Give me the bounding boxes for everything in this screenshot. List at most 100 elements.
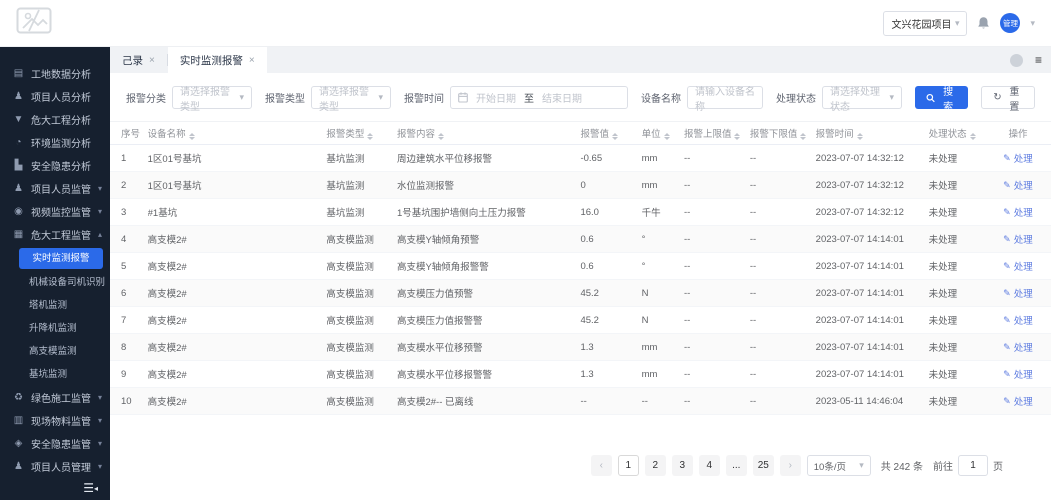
bell-icon[interactable]: [977, 16, 990, 30]
list-icon[interactable]: ≡: [1035, 53, 1042, 67]
sidebar-item[interactable]: ♟ 项目人员监管 ▾: [0, 177, 110, 200]
date-range-picker[interactable]: 开始日期 至 结束日期: [450, 86, 628, 109]
date-range-separator: 至: [524, 94, 534, 105]
device-name: 1区01号基坑: [147, 154, 202, 165]
column-header[interactable]: 报警值: [580, 126, 641, 140]
page-button[interactable]: 4: [698, 455, 720, 476]
lower-limit-value: --: [749, 179, 757, 191]
close-icon[interactable]: ×: [149, 55, 155, 66]
sidebar-subitem[interactable]: 基坑监测: [0, 363, 110, 386]
sidebar: ▤ 工地数据分析 ♟ 项目人员分析 ▼ 危大工程分析 ◔ 环境监测分析 ▙ 安全隐患分析 ♟ 项目人员…: [0, 47, 110, 500]
sidebar-item[interactable]: ♟ 项目人员管理 ▾: [0, 455, 110, 478]
tab-record[interactable]: 己录 ×: [110, 47, 167, 73]
handle-link-label: 处理: [1013, 370, 1033, 381]
tab-realtime-monitor-alarm[interactable]: 实时监测报警 ×: [167, 47, 267, 73]
page-button[interactable]: 2: [644, 455, 666, 476]
page-button[interactable]: 3: [671, 455, 693, 476]
sidebar-subitem[interactable]: 机械设备司机识别: [0, 271, 110, 294]
prev-page-button[interactable]: ‹: [590, 455, 612, 476]
project-select[interactable]: 文兴花园项目 ▾: [883, 10, 968, 36]
sidebar-item[interactable]: ▼ 危大工程分析: [0, 108, 110, 131]
collapse-sidebar-icon[interactable]: ☰◂: [83, 481, 98, 495]
handle-link[interactable]: ✎ 处理: [1003, 205, 1033, 220]
handle-link-label: 处理: [1013, 316, 1033, 327]
search-button[interactable]: 搜索: [915, 86, 969, 113]
handle-link[interactable]: ✎ 处理: [1003, 394, 1033, 409]
sort-icon[interactable]: [367, 133, 374, 140]
edit-icon: ✎: [1003, 314, 1011, 325]
handle-link[interactable]: ✎ 处理: [1003, 259, 1033, 274]
handle-link[interactable]: ✎ 处理: [1003, 367, 1033, 382]
more-pages-button[interactable]: ...: [725, 455, 747, 476]
goto-page-input[interactable]: [958, 455, 988, 476]
lower-limit-value: --: [749, 368, 757, 380]
handle-link[interactable]: ✎ 处理: [1003, 313, 1033, 328]
sort-icon[interactable]: [437, 133, 444, 140]
sort-icon[interactable]: [188, 133, 195, 140]
sidebar-subitem[interactable]: 塔机监测: [0, 294, 110, 317]
alarm-type-select[interactable]: 请选择报警类型 ▾: [311, 86, 391, 113]
column-header[interactable]: 设备名称: [148, 126, 327, 140]
handle-link[interactable]: ✎ 处理: [1003, 178, 1033, 193]
column-header[interactable]: 单位: [642, 126, 684, 140]
page-button[interactable]: 25: [752, 455, 774, 476]
sidebar-item[interactable]: ▦ 危大工程监管 ▴: [0, 223, 110, 246]
column-header[interactable]: 报警上限值: [684, 126, 750, 140]
handle-link[interactable]: ✎ 处理: [1003, 232, 1033, 247]
alarm-type: 高支模监测: [326, 235, 374, 246]
sidebar-item[interactable]: ♻ 绿色施工监管 ▾: [0, 386, 110, 409]
column-header[interactable]: 报警下限值: [750, 126, 816, 140]
table-row: 4 高支模2# 高支模监测 高支模Y轴倾角预警 0.6 ° -- -- 2023-07-07 1…: [110, 226, 1051, 253]
sidebar-item[interactable]: ▤ 工地数据分析: [0, 62, 110, 85]
column-header-label: 报警下限值: [749, 129, 798, 140]
close-icon[interactable]: ×: [249, 55, 255, 66]
handle-link-label: 处理: [1013, 181, 1033, 192]
sort-icon[interactable]: [969, 133, 976, 140]
column-header[interactable]: 处理状态: [929, 126, 985, 140]
alarm-content: 高支模2#-- 已离线: [396, 397, 474, 408]
sidebar-item[interactable]: ◔ 环境监测分析: [0, 131, 110, 154]
sort-icon[interactable]: [856, 133, 863, 140]
handle-link[interactable]: ✎ 处理: [1003, 286, 1033, 301]
sort-icon[interactable]: [611, 133, 618, 140]
alarm-category-select[interactable]: 请选择报警类型 ▾: [172, 86, 252, 113]
tab-label: 己录: [122, 54, 143, 67]
alarm-content: 高支模Y轴倾角报警警: [396, 262, 489, 273]
sort-icon[interactable]: [663, 133, 670, 140]
sidebar-item[interactable]: ▙ 安全隐患分析: [0, 154, 110, 177]
sidebar-item[interactable]: ◈ 安全隐患监管 ▾: [0, 432, 110, 455]
sidebar-item[interactable]: ◉ 视频监控监管 ▾: [0, 200, 110, 223]
column-header[interactable]: 报警时间: [816, 126, 929, 140]
sidebar-item-label: 工地数据分析: [31, 70, 91, 81]
reset-button[interactable]: ↻ 重置: [981, 86, 1035, 113]
sidebar-subitem[interactable]: 升降机监测: [0, 317, 110, 340]
device-name-input[interactable]: 请输入设备名称: [687, 86, 763, 113]
sidebar-item-label: 危大工程分析: [31, 116, 91, 127]
operation-cell: ✎ 处理: [985, 286, 1051, 301]
page-size-select[interactable]: 10条/页 ▾: [806, 455, 871, 476]
sidebar-item-label: 项目人员管理: [31, 463, 91, 474]
column-header[interactable]: 报警类型: [326, 126, 397, 140]
edit-icon: ✎: [1003, 287, 1011, 298]
page-button[interactable]: 1: [617, 455, 639, 476]
sort-icon[interactable]: [734, 133, 741, 140]
handle-link[interactable]: ✎ 处理: [1003, 340, 1033, 355]
chevron-down-icon[interactable]: ▾: [1030, 18, 1035, 29]
handle-link[interactable]: ✎ 处理: [1003, 151, 1033, 166]
alarm-time: 2023-07-07 14:14:01: [815, 287, 904, 299]
sidebar-subitem-active[interactable]: 实时监测报警: [19, 248, 103, 269]
status-select[interactable]: 请选择处理状态 ▾: [822, 86, 902, 113]
sidebar-subitem[interactable]: 高支模监测: [0, 340, 110, 363]
settings-icon[interactable]: [1009, 53, 1023, 67]
sidebar-item[interactable]: ▥ 现场物料监管 ▾: [0, 409, 110, 432]
calendar-icon: [458, 92, 468, 103]
sidebar-item[interactable]: ♟ 项目人员分析: [0, 85, 110, 108]
refresh-icon: ↻: [993, 92, 1002, 103]
next-page-button[interactable]: ›: [779, 455, 801, 476]
tabbar: 己录 × 实时监测报警 × ≡: [110, 47, 1051, 73]
camera-icon: ◉: [14, 206, 23, 217]
column-header[interactable]: 报警内容: [397, 126, 580, 140]
sort-icon[interactable]: [800, 133, 807, 140]
avatar[interactable]: 管理: [1000, 13, 1021, 33]
chevron-up-icon: ▴: [98, 230, 103, 239]
